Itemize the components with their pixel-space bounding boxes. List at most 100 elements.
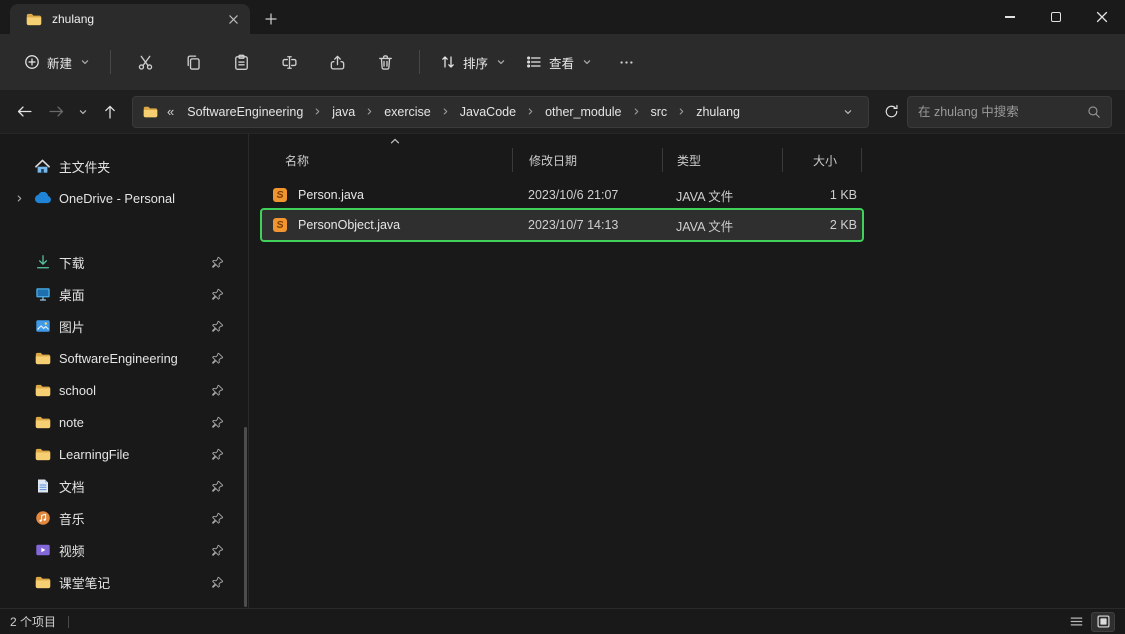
sidebar-item-class-notes[interactable]: 课堂笔记 [4, 566, 244, 598]
breadcrumb-chevron-icon[interactable] [364, 107, 375, 116]
sidebar-item-pictures[interactable]: 图片 [4, 310, 244, 342]
minimize-button[interactable] [987, 0, 1033, 34]
breadcrumb-segment[interactable]: zhulang [690, 102, 746, 122]
explorer-body: 主文件夹 OneDrive - Personal 下载 桌面 图片 Softwa… [0, 134, 1125, 608]
folder-icon [33, 608, 52, 609]
file-row-person-java[interactable]: Person.java 2023/10/6 21:07 JAVA 文件 1 KB [262, 180, 862, 210]
column-headers: 名称 修改日期 类型 大小 [262, 134, 862, 178]
pin-icon [211, 384, 224, 397]
chevron-down-icon [79, 109, 87, 114]
home-icon [33, 158, 52, 175]
copy-button[interactable] [172, 44, 214, 80]
sidebar-item-music[interactable]: 音乐 [4, 502, 244, 534]
java-file-icon [270, 217, 289, 233]
sidebar-item-onedrive[interactable]: OneDrive - Personal [4, 182, 244, 214]
address-bar[interactable]: « SoftwareEngineering java exercise Java… [132, 95, 869, 128]
sidebar-item-note[interactable]: note [4, 406, 244, 438]
explorer-tab[interactable]: zhulang [10, 4, 250, 34]
folder-icon [33, 576, 52, 589]
new-tab-button[interactable] [256, 4, 286, 34]
sidebar-item-desktop[interactable]: 桌面 [4, 278, 244, 310]
breadcrumb-segment[interactable]: java [326, 102, 361, 122]
command-bar: 新建 排序 查看 [0, 34, 1125, 90]
breadcrumb-segment[interactable]: exercise [378, 102, 437, 122]
sidebar-item-partial[interactable] [4, 598, 244, 608]
share-button[interactable] [316, 44, 358, 80]
file-type: JAVA 文件 [676, 219, 734, 234]
tab-close-button[interactable] [222, 8, 244, 30]
paste-button[interactable] [220, 44, 262, 80]
close-button[interactable] [1079, 0, 1125, 34]
search-input[interactable] [918, 104, 1081, 119]
column-header-label: 大小 [812, 153, 837, 168]
thumbnail-view-button[interactable] [1091, 611, 1115, 632]
sidebar-item-softwareengineering[interactable]: SoftwareEngineering [4, 342, 244, 374]
delete-button[interactable] [364, 44, 406, 80]
sidebar-item-home[interactable]: 主文件夹 [4, 150, 244, 182]
sort-button[interactable]: 排序 [430, 45, 516, 80]
sidebar-item-videos[interactable]: 视频 [4, 534, 244, 566]
column-header-name[interactable]: 名称 [262, 148, 512, 172]
refresh-button[interactable] [875, 96, 907, 128]
cut-button[interactable] [124, 44, 166, 80]
column-header-date[interactable]: 修改日期 [512, 148, 662, 172]
chevron-down-icon [80, 57, 90, 67]
breadcrumb-segment[interactable]: JavaCode [454, 102, 522, 122]
sort-icon [440, 54, 456, 70]
breadcrumb-segment[interactable]: src [645, 102, 674, 122]
sidebar-item-label: 课堂笔记 [59, 575, 111, 591]
ellipsis-icon [619, 60, 633, 64]
column-header-size[interactable]: 大小 [782, 148, 862, 172]
sidebar-item-label: 音乐 [59, 511, 85, 527]
pin-icon [211, 544, 224, 557]
pin-icon [211, 320, 224, 333]
column-header-type[interactable]: 类型 [662, 148, 782, 172]
view-icon [526, 54, 542, 70]
tab-title: zhulang [52, 12, 95, 26]
sidebar-item-school[interactable]: school [4, 374, 244, 406]
chevron-right-icon[interactable] [12, 194, 26, 203]
close-icon [1096, 11, 1108, 23]
file-type: JAVA 文件 [676, 189, 734, 204]
breadcrumb-chevron-icon[interactable] [676, 107, 687, 116]
more-options-button[interactable] [605, 44, 647, 80]
column-header-label: 修改日期 [529, 153, 578, 168]
new-button-label: 新建 [47, 56, 73, 71]
sort-ascending-icon [390, 138, 400, 144]
sidebar-item-label: 下载 [59, 255, 85, 271]
breadcrumb-chevron-icon[interactable] [631, 107, 642, 116]
breadcrumb-chevron-icon[interactable] [312, 107, 323, 116]
sidebar: 主文件夹 OneDrive - Personal 下载 桌面 图片 Softwa… [0, 134, 249, 608]
sidebar-item-label: 视频 [59, 543, 85, 559]
maximize-button[interactable] [1033, 0, 1079, 34]
chevron-down-icon [844, 109, 852, 114]
file-explorer-window: zhulang 新建 排序 查看 « SoftwareEngineering j… [0, 0, 1125, 634]
recent-locations-button[interactable] [72, 96, 94, 128]
view-button[interactable]: 查看 [516, 45, 602, 80]
status-bar: 2 个项目 [0, 608, 1125, 634]
breadcrumb-segment[interactable]: SoftwareEngineering [181, 102, 309, 122]
breadcrumb-segment[interactable]: other_module [539, 102, 627, 122]
folder-icon [24, 13, 43, 26]
downloads-icon [33, 254, 52, 270]
address-dropdown-button[interactable] [836, 107, 860, 117]
pin-icon [211, 416, 224, 429]
file-row-personobject-java[interactable]: PersonObject.java 2023/10/7 14:13 JAVA 文… [260, 208, 864, 242]
forward-button[interactable] [40, 96, 72, 128]
new-button[interactable]: 新建 [14, 45, 100, 80]
toolbar-separator [419, 50, 421, 74]
details-view-button[interactable] [1064, 612, 1088, 632]
sidebar-item-label: OneDrive - Personal [59, 190, 175, 206]
sidebar-item-learningfile[interactable]: LearningFile [4, 438, 244, 470]
sidebar-item-label: SoftwareEngineering [59, 350, 178, 366]
breadcrumb-overflow[interactable]: « [163, 104, 178, 119]
breadcrumb-chevron-icon[interactable] [440, 107, 451, 116]
back-button[interactable] [8, 96, 40, 128]
sidebar-item-downloads[interactable]: 下载 [4, 246, 244, 278]
rename-button[interactable] [268, 44, 310, 80]
sidebar-item-documents[interactable]: 文档 [4, 470, 244, 502]
breadcrumb-chevron-icon[interactable] [525, 107, 536, 116]
sidebar-scrollbar[interactable] [244, 427, 247, 607]
up-button[interactable] [94, 96, 126, 128]
sidebar-item-label: LearningFile [59, 446, 130, 462]
